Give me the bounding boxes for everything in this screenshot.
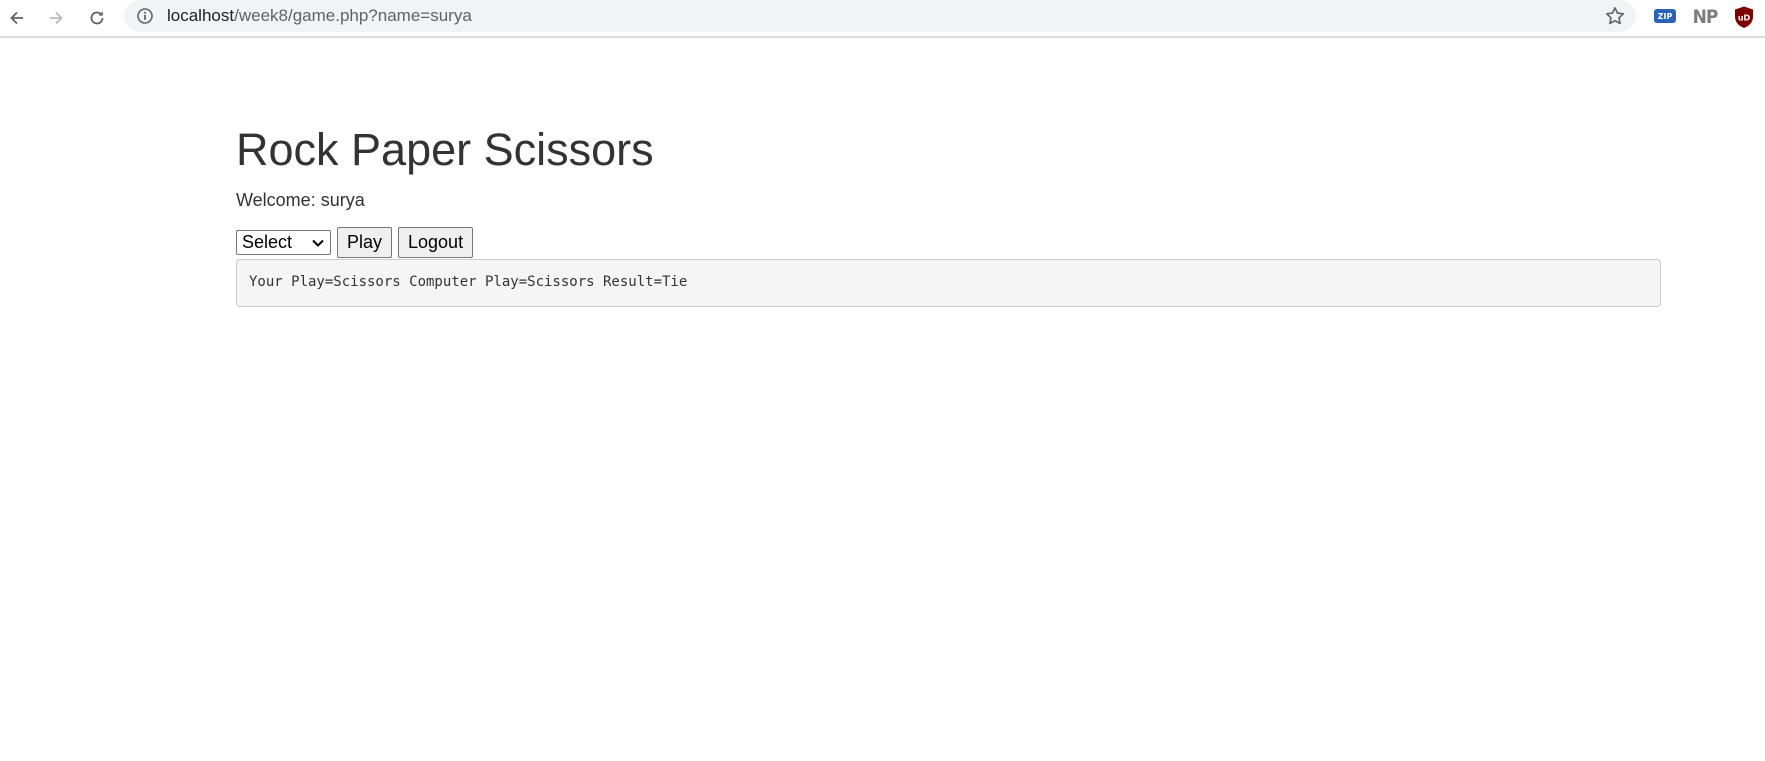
- np-extension-icon[interactable]: NP: [1692, 4, 1719, 30]
- ublock-label: uD: [1738, 14, 1751, 23]
- star-icon[interactable]: [1604, 5, 1626, 27]
- ublock-extension-icon[interactable]: uD: [1732, 4, 1756, 30]
- welcome-text: Welcome: surya: [236, 190, 365, 210]
- forward-button[interactable]: [41, 3, 71, 33]
- result-output: Your Play=Scissors Computer Play=Scissor…: [236, 259, 1661, 307]
- forward-arrow-icon: [50, 11, 63, 25]
- url-path: /week8/game.php?name=surya: [234, 6, 472, 25]
- address-bar[interactable]: localhost/week8/game.php?name=surya: [124, 0, 1636, 32]
- back-arrow-icon: [10, 11, 23, 25]
- ublock-shield-icon: uD: [1735, 6, 1753, 28]
- play-select[interactable]: Select: [236, 230, 331, 255]
- reload-icon: [90, 11, 104, 25]
- zip-extension-icon[interactable]: ZIP: [1654, 9, 1676, 23]
- reload-button[interactable]: [82, 3, 112, 33]
- info-icon[interactable]: [136, 7, 154, 25]
- play-select-value: Select: [242, 232, 293, 252]
- url-text[interactable]: localhost/week8/game.php?name=surya: [167, 6, 472, 26]
- browser-toolbar: localhost/week8/game.php?name=surya ZIP …: [0, 0, 1765, 38]
- page-title: Rock Paper Scissors: [236, 124, 654, 175]
- back-button[interactable]: [2, 3, 32, 33]
- play-button[interactable]: Play: [337, 227, 393, 258]
- chevron-down-icon: [312, 239, 324, 247]
- logout-button[interactable]: Logout: [398, 227, 474, 258]
- game-form: Select Play Logout: [236, 227, 474, 258]
- url-host: localhost: [167, 6, 235, 25]
